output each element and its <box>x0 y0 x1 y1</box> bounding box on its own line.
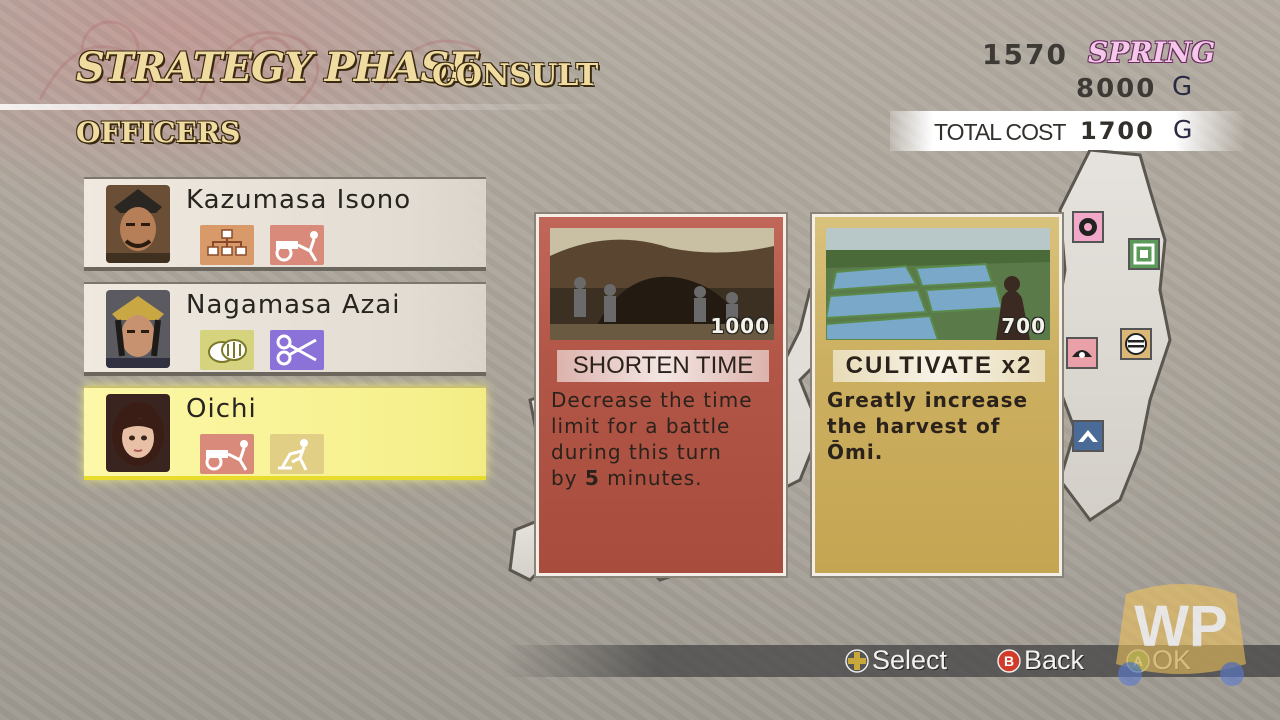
card-title: SHORTEN TIME <box>557 350 769 382</box>
card-description: Decrease the time limit for a battle dur… <box>551 388 753 490</box>
total-cost-bar: TOTAL COST 1700 G <box>890 111 1246 151</box>
card-cost: 700 <box>1001 314 1046 338</box>
officer-row-kazumasa-isono[interactable]: Kazumasa Isono <box>84 177 486 271</box>
year-label: 1570 <box>982 38 1068 71</box>
back-hint[interactable]: Back <box>1024 645 1084 676</box>
gold-amount: 8000 <box>1076 74 1157 104</box>
map-clan-marker-rose[interactable] <box>1066 337 1098 369</box>
officer-name: Nagamasa Azai <box>186 290 401 320</box>
coins-icon <box>200 330 254 370</box>
watermark-logo: WP <box>1116 584 1246 686</box>
officer-name: Oichi <box>186 394 257 424</box>
svg-text:WP: WP <box>1134 594 1227 659</box>
card-illustration: 700 <box>826 228 1050 340</box>
gold-unit: G <box>1172 72 1193 102</box>
scissors-icon <box>270 330 324 370</box>
map-clan-marker-green[interactable] <box>1128 238 1160 270</box>
officer-row-nagamasa-azai[interactable]: Nagamasa Azai <box>84 282 486 376</box>
card-shorten-time[interactable]: 1000 SHORTEN TIME Decrease the time limi… <box>536 214 786 576</box>
card-cultivate-x2[interactable]: 700 CULTIVATE x2 Greatly increase the ha… <box>812 214 1062 576</box>
total-cost-value: 1700 <box>1080 117 1155 145</box>
header-divider <box>0 104 610 110</box>
farming-icon <box>270 434 324 474</box>
card-description: Greatly increase the harvest of Ōmi. <box>827 388 1029 464</box>
card-cost: 1000 <box>710 314 770 338</box>
officer-name: Kazumasa Isono <box>186 185 412 215</box>
officer-portrait-icon <box>106 185 170 263</box>
cart-icon <box>270 225 324 265</box>
page-subtitle: CONSULT <box>432 58 599 93</box>
cart-icon <box>200 434 254 474</box>
map-clan-marker-pink[interactable] <box>1072 211 1104 243</box>
season-label: SPRING <box>1088 36 1216 69</box>
card-illustration: 1000 <box>550 228 774 340</box>
svg-text:B: B <box>1004 653 1014 669</box>
officer-row-oichi[interactable]: Oichi <box>84 386 486 480</box>
section-title: OFFICERS <box>76 116 241 149</box>
select-hint: Select <box>872 645 948 675</box>
dpad-icon <box>845 649 869 673</box>
officer-portrait-icon <box>106 290 170 368</box>
map-clan-marker-blue[interactable] <box>1072 420 1104 452</box>
b-button-icon[interactable]: B <box>997 649 1021 673</box>
formation-icon <box>200 225 254 265</box>
map-clan-marker-tan[interactable] <box>1120 328 1152 360</box>
officer-portrait-icon <box>106 394 170 472</box>
total-cost-label: TOTAL COST <box>934 119 1066 145</box>
card-title: CULTIVATE x2 <box>833 350 1045 382</box>
total-cost-unit: G <box>1173 115 1193 144</box>
page-title: STRATEGY PHASE <box>76 44 479 91</box>
